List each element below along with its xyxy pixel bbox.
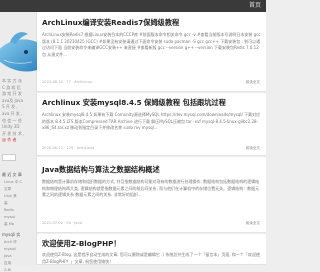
recent-post-link[interactable]: 文章 [4,187,11,192]
intro-line: 本 实 力 派 [2,78,22,83]
sidebar-link[interactable]: Java [4,254,12,258]
author-intro: 本 实 力 派 C 游 戏 后 游 戏 开 发 ava及 Java S 开 发 … [0,78,37,144]
sidebar-link[interactable]: Z-Bl [4,268,11,272]
recent-posts-heading: 最 近 文 章 [2,172,22,177]
intro-line: 也 会 一 些 [2,117,22,123]
recent-post-link[interactable]: Linux 中 C [4,180,22,185]
author-line[interactable]: @ 作 者 [2,137,37,144]
post-title[interactable]: 欢迎使用Z-BlogPHP！ [42,239,121,249]
recent-post-link[interactable]: 装 [4,201,8,206]
recent-post-link[interactable]: mysql [4,215,15,219]
recent-post-link[interactable]: Unix 其 [4,194,17,199]
sidebar: 本 实 力 派 C 游 戏 后 游 戏 开 发 ava及 Java S 开 发 … [0,12,37,272]
fish-logo-image [0,26,37,78]
nav-home-link[interactable]: 首页 [249,1,261,10]
post-title[interactable]: Java数据结构与算法之数据结构概述 [42,165,160,175]
recent-post-link[interactable]: Redis [4,208,14,212]
post-card: Archlinux 安装mysql8.4.5 保姆级教程 包括跟坑过程 Arch… [37,93,266,156]
sidebar-search-input[interactable] [2,154,16,161]
post-card: 欢迎使用Z-BlogPHP！ 欢迎使用Z-Blog, 这是程序自动生成的文章, … [37,234,266,265]
post-card: Java数据结构与算法之数据结构概述 数据结构是计算机存储和组织数据的方式, 并… [37,157,266,233]
post-card: ArchLinux编译安装Readis7保姆级教程 ArchLinux安装Red… [37,12,266,92]
intro-line: Unity 3D [2,124,20,130]
read-more-link[interactable]: 阅读全文 [246,80,260,85]
top-navigation-bar: 首页 [0,0,266,12]
sidebar-link[interactable]: Arch 环 [4,240,17,245]
recent-post-link[interactable]: 装 Ma [4,222,14,227]
post-meta: 2021-07-02 · 94 · Java [42,221,82,225]
post-excerpt: 欢迎使用Z-Blog, 这是程序自动生成的文章, 您可以删除或是编辑它 :) 系… [42,252,260,264]
sidebar-link[interactable]: 应用 [4,261,11,266]
sidebar-link[interactable]: mysqli [4,247,16,251]
post-title[interactable]: ArchLinux编译安装Readis7保姆级教程 [42,18,179,28]
post-meta: 2023-08-10 · 77 · ArchLinux [42,80,93,84]
sidebar-heading: mysqli 实 [2,232,21,237]
post-excerpt: 数据结构是计算机存储和组织数据的方式, 并且指数据结构可能对现有的数据进行处理操… [42,179,260,198]
post-excerpt: Archlinux 安装mysql8.4.5 如果有下载 Comunity源选择… [42,112,261,131]
intro-line: ava 开 发 , [2,110,23,116]
post-excerpt: ArchLinux安装Redis7 根据Linux安装目本的CCCP库 #前面版… [42,32,261,57]
read-more-link[interactable]: 阅读全文 [246,221,260,226]
read-more-link[interactable]: 阅读全文 [246,146,260,151]
post-meta: 2025-06-12 · 125 · ArchLinux [42,146,95,150]
post-title[interactable]: Archlinux 安装mysql8.4.5 保姆级教程 包括跟坑过程 [42,98,226,108]
intro-line: 游 戏 开 发 [2,91,22,97]
intro-line: S 开 发 , [2,104,18,110]
